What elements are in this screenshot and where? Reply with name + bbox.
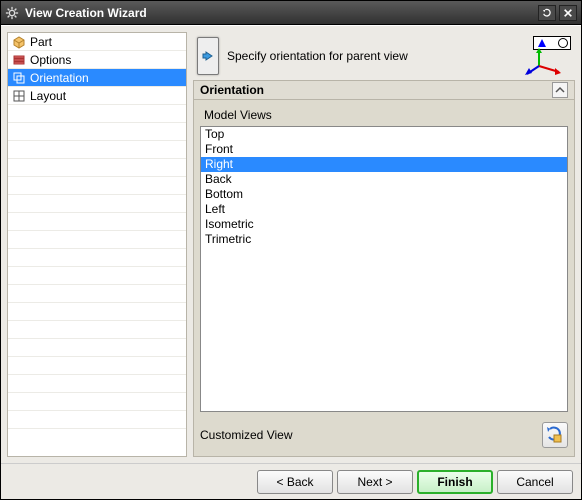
- triad-circle-icon: [558, 38, 568, 48]
- view-creation-wizard-dialog: View Creation Wizard Part Options: [0, 0, 582, 500]
- list-item[interactable]: Isometric: [201, 217, 567, 232]
- wizard-steps-sidebar: Part Options Orientation Layout: [7, 32, 187, 457]
- list-item[interactable]: Left: [201, 202, 567, 217]
- sidebar-item-layout[interactable]: Layout: [8, 87, 186, 105]
- next-button[interactable]: Next >: [337, 470, 413, 494]
- dialog-title: View Creation Wizard: [25, 6, 535, 20]
- list-item[interactable]: Front: [201, 142, 567, 157]
- undo-button[interactable]: [538, 5, 556, 21]
- list-item[interactable]: Right: [201, 157, 567, 172]
- list-item[interactable]: Trimetric: [201, 232, 567, 247]
- sidebar-item-options[interactable]: Options: [8, 51, 186, 69]
- collapse-button[interactable]: [552, 82, 568, 98]
- instruction-text: Specify orientation for parent view: [227, 49, 525, 63]
- orientation-arrow-button[interactable]: [197, 37, 219, 75]
- orientation-triad: [525, 36, 571, 76]
- layout-icon: [12, 89, 26, 103]
- triad-axes-icon: [525, 48, 565, 76]
- sidebar-item-label: Options: [30, 53, 71, 67]
- sidebar-item-label: Part: [30, 35, 52, 49]
- options-icon: [12, 53, 26, 67]
- sidebar-item-label: Layout: [30, 89, 66, 103]
- sidebar-item-orientation[interactable]: Orientation: [8, 69, 186, 87]
- orientation-icon: [12, 71, 26, 85]
- section-title: Orientation: [200, 83, 264, 97]
- back-button[interactable]: < Back: [257, 470, 333, 494]
- part-icon: [12, 35, 26, 49]
- dialog-footer: < Back Next > Finish Cancel: [1, 463, 581, 499]
- customized-view-label: Customized View: [200, 428, 542, 442]
- instruction-row: Specify orientation for parent view: [193, 32, 575, 80]
- list-item[interactable]: Bottom: [201, 187, 567, 202]
- sidebar-item-label: Orientation: [30, 71, 89, 85]
- triad-up-arrow-icon: [538, 39, 546, 47]
- close-button[interactable]: [559, 5, 577, 21]
- main-panel: Specify orientation for parent view Orie…: [193, 32, 575, 457]
- orientation-section-body: Model Views Top Front Right Back Bottom …: [193, 100, 575, 457]
- sidebar-item-part[interactable]: Part: [8, 33, 186, 51]
- model-views-listbox[interactable]: Top Front Right Back Bottom Left Isometr…: [200, 126, 568, 412]
- cancel-button[interactable]: Cancel: [497, 470, 573, 494]
- list-item[interactable]: Back: [201, 172, 567, 187]
- gear-icon: [5, 6, 19, 20]
- finish-button[interactable]: Finish: [417, 470, 493, 494]
- titlebar: View Creation Wizard: [1, 1, 581, 25]
- list-item[interactable]: Top: [201, 127, 567, 142]
- orientation-section-header: Orientation: [193, 80, 575, 100]
- customized-view-button[interactable]: [542, 422, 568, 448]
- customized-view-row: Customized View: [200, 420, 568, 450]
- model-views-label: Model Views: [200, 106, 568, 126]
- dialog-body: Part Options Orientation Layout: [1, 25, 581, 463]
